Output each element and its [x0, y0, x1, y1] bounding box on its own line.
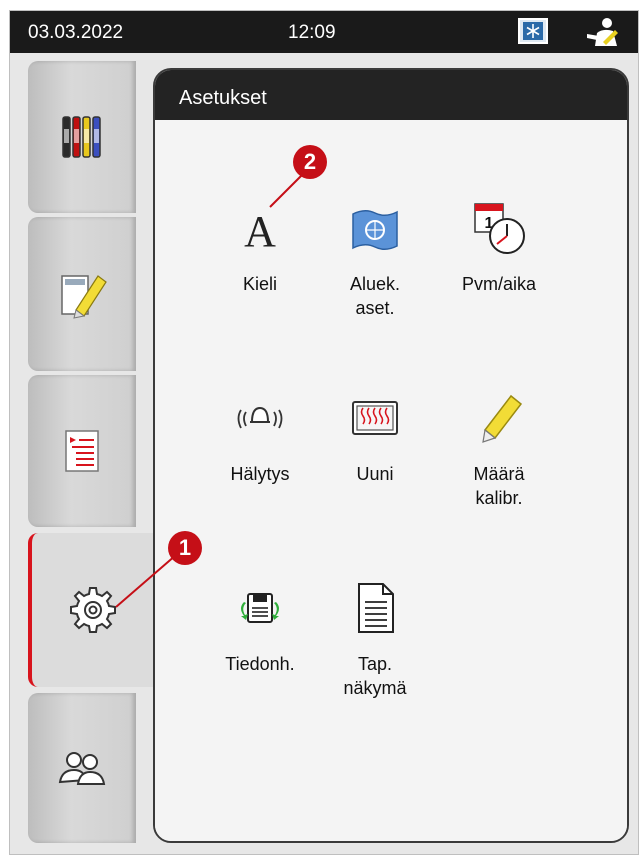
callout-2-pointer [269, 172, 305, 208]
setting-data-management[interactable]: Tiedonh. [200, 580, 320, 676]
status-bar: 03.03.2022 12:09 [10, 11, 638, 53]
reagent-vials-icon [62, 116, 101, 158]
user-status-icon[interactable] [585, 16, 621, 48]
setting-label: Tiedonh. [225, 654, 295, 674]
tab-programs[interactable] [28, 375, 136, 527]
tab-slide-labeling[interactable] [28, 217, 136, 371]
setting-label: Tap. näkymä [343, 654, 407, 698]
setting-label: Pvm/aika [461, 274, 537, 294]
setting-date-time[interactable]: 1 Pvm/aika [439, 200, 559, 296]
oven-icon [352, 401, 398, 435]
user-group-icon [58, 752, 106, 785]
device-screen: 03.03.2022 12:09 Asetukset A Kieli Aluek… [9, 10, 639, 855]
settings-grid: A Kieli Aluek. aset. 1 Pvm/aika Hälytys … [155, 120, 627, 841]
status-time: 12:09 [288, 22, 336, 43]
slide-pen-icon [61, 275, 107, 319]
cooling-status-icon[interactable] [518, 18, 548, 44]
setting-regional[interactable]: Aluek. aset. [315, 200, 435, 320]
region-flag-icon [352, 210, 398, 250]
tab-user[interactable] [28, 693, 136, 843]
alarm-bell-icon [237, 406, 283, 429]
marker-pen-icon [482, 394, 523, 443]
setting-oven[interactable]: Uuni [315, 390, 435, 486]
date-time-icon: 1 [474, 203, 525, 254]
callout-1-badge: 1 [168, 531, 202, 565]
setting-fill-calibration[interactable]: Määrä kalibr. [439, 390, 559, 510]
panel-title: Asetukset [155, 70, 627, 120]
setting-event-view[interactable]: Tap. näkymä [315, 580, 435, 700]
setting-label: Määrä kalibr. [473, 464, 525, 508]
setting-language[interactable]: A Kieli [200, 200, 320, 296]
setting-label: Hälytys [230, 464, 290, 484]
event-view-icon [358, 583, 394, 633]
data-management-icon [241, 593, 279, 623]
callout-1-pointer [115, 554, 177, 608]
setting-label: Kieli [242, 274, 277, 294]
setting-alarm[interactable]: Hälytys [200, 390, 320, 486]
callout-2-badge: 2 [293, 145, 327, 179]
settings-panel: Asetukset A Kieli Aluek. aset. 1 Pvm/aik… [153, 68, 629, 843]
setting-label: Uuni [356, 464, 394, 484]
program-list-icon [65, 430, 99, 472]
svg-text:A: A [244, 207, 276, 256]
status-date: 03.03.2022 [28, 22, 124, 43]
tab-reagents[interactable] [28, 61, 136, 213]
setting-label: Aluek. aset. [349, 274, 401, 318]
